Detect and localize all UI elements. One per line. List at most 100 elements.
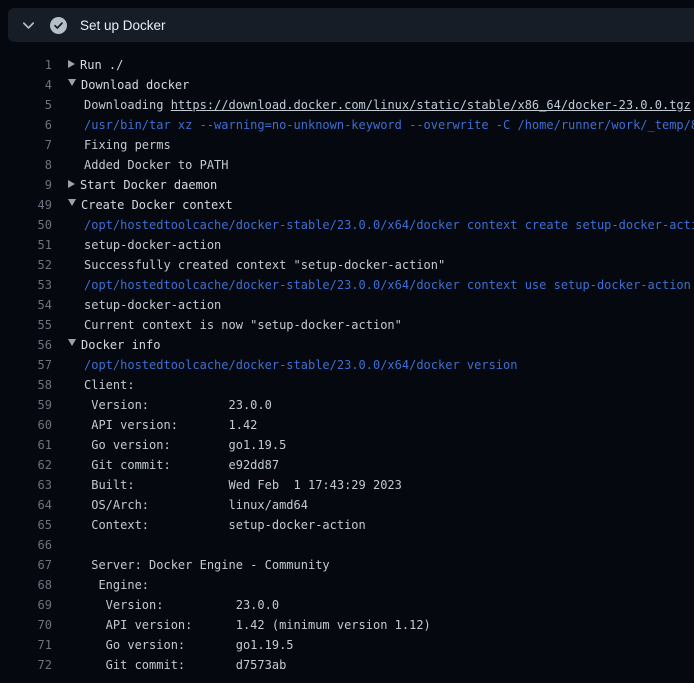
log-row: 62 Git commit: e92dd87 [0,455,694,475]
log-line: Downloading https://download.docker.com/… [52,95,694,115]
log-line [52,535,694,555]
log-row: 51setup-docker-action [0,235,694,255]
log-line: API version: 1.42 [52,415,694,435]
group-title: Create Docker context [81,198,233,212]
log-group-header[interactable]: Create Docker context [52,195,694,215]
log-text: Context: setup-docker-action [84,518,366,532]
line-number[interactable]: 70 [0,615,52,635]
line-number[interactable]: 5 [0,95,52,115]
log-text: /opt/hostedtoolcache/docker-stable/23.0.… [84,218,694,232]
log-row: 68 Engine: [0,575,694,595]
log-text: Current context is now "setup-docker-act… [84,318,402,332]
log-line: OS/Arch: linux/amd64 [52,495,694,515]
line-number[interactable]: 65 [0,515,52,535]
log-url-link[interactable]: https://download.docker.com/linux/static… [171,98,691,112]
line-number[interactable]: 1 [0,55,52,75]
line-number[interactable]: 54 [0,295,52,315]
log-line: Successfully created context "setup-dock… [52,255,694,275]
log-row: 59 Version: 23.0.0 [0,395,694,415]
log-row: 61 Go version: go1.19.5 [0,435,694,455]
log-line: Version: 23.0.0 [52,595,694,615]
log-row: 57/opt/hostedtoolcache/docker-stable/23.… [0,355,694,375]
line-number[interactable]: 71 [0,635,52,655]
log-text: Added Docker to PATH [84,158,229,172]
line-number[interactable]: 61 [0,435,52,455]
log-row: 55 Current context is now "setup-docker-a… [0,315,694,335]
line-number[interactable]: 49 [0,195,52,215]
group-title: Download docker [81,78,189,92]
log-text: /opt/hostedtoolcache/docker-stable/23.0.… [84,278,691,292]
log-text: Go version: go1.19.5 [84,438,286,452]
line-number[interactable]: 66 [0,535,52,555]
log-line: Engine: [52,575,694,595]
log-text: API version: 1.42 [84,418,257,432]
chevron-down-icon[interactable] [21,18,36,33]
log-line: Built: Wed Feb 1 17:43:29 2023 [52,475,694,495]
chevron-down-icon[interactable] [68,79,76,86]
log-text: Version: 23.0.0 [84,598,279,612]
line-number[interactable]: 50 [0,215,52,235]
line-number[interactable]: 67 [0,555,52,575]
log-text: Successfully created context "setup-dock… [84,258,445,272]
log-line: Added Docker to PATH [52,155,694,175]
log-line: Fixing perms [52,135,694,155]
chevron-down-icon[interactable] [68,199,76,206]
line-number[interactable]: 63 [0,475,52,495]
log-row: 52 Successfully created context "setup-do… [0,255,694,275]
log-group-header[interactable]: Start Docker daemon [52,175,694,195]
line-number[interactable]: 58 [0,375,52,395]
log-row: 54setup-docker-action [0,295,694,315]
line-number[interactable]: 69 [0,595,52,615]
chevron-right-icon[interactable] [68,60,75,68]
log-row: 49 Create Docker context [0,195,694,215]
log-row: 66 [0,535,694,555]
log-row: 64 OS/Arch: linux/amd64 [0,495,694,515]
line-number[interactable]: 57 [0,355,52,375]
log-text: Go version: go1.19.5 [84,638,294,652]
chevron-down-icon[interactable] [68,339,76,346]
chevron-right-icon[interactable] [68,180,75,188]
line-number[interactable]: 60 [0,415,52,435]
line-number[interactable]: 62 [0,455,52,475]
line-number[interactable]: 64 [0,495,52,515]
line-number[interactable]: 6 [0,115,52,135]
line-number[interactable]: 56 [0,335,52,355]
line-number[interactable]: 72 [0,655,52,675]
log-group-header[interactable]: Docker info [52,335,694,355]
log-text: Engine: [84,578,149,592]
log-line: setup-docker-action [52,235,694,255]
log-text: OS/Arch: linux/amd64 [84,498,308,512]
log-row: 1Run ./ [0,55,694,75]
log-row: 71 Go version: go1.19.5 [0,635,694,655]
log-lines: 1Run ./4 Download docker 5Downloading http… [0,55,694,675]
line-number[interactable]: 9 [0,175,52,195]
step-title: Set up Docker [80,18,166,33]
log-text: Version: 23.0.0 [84,398,272,412]
line-number[interactable]: 68 [0,575,52,595]
log-row: 72 Git commit: d7573ab [0,655,694,675]
log-line: setup-docker-action [52,295,694,315]
log-row: 58Client: [0,375,694,395]
log-group-header[interactable]: Run ./ [52,55,694,75]
log-line: Go version: go1.19.5 [52,435,694,455]
line-number[interactable]: 52 [0,255,52,275]
line-number[interactable]: 51 [0,235,52,255]
log-line: /opt/hostedtoolcache/docker-stable/23.0.… [52,215,694,235]
log-row: 4 Download docker [0,75,694,95]
line-number[interactable]: 7 [0,135,52,155]
log-line: API version: 1.42 (minimum version 1.12) [52,615,694,635]
log-row: 69 Version: 23.0.0 [0,595,694,615]
line-number[interactable]: 4 [0,75,52,95]
line-number[interactable]: 55 [0,315,52,335]
log-group-header[interactable]: Download docker [52,75,694,95]
check-circle-icon [50,17,67,34]
log-row: 70 API version: 1.42 (minimum version 1.… [0,615,694,635]
log-row: 50/opt/hostedtoolcache/docker-stable/23.… [0,215,694,235]
log-line: Client: [52,375,694,395]
line-number[interactable]: 53 [0,275,52,295]
line-number[interactable]: 8 [0,155,52,175]
log-text: Git commit: e92dd87 [84,458,279,472]
step-header[interactable]: Set up Docker [8,8,694,42]
line-number[interactable]: 59 [0,395,52,415]
log-row: 5Downloading https://download.docker.com… [0,95,694,115]
